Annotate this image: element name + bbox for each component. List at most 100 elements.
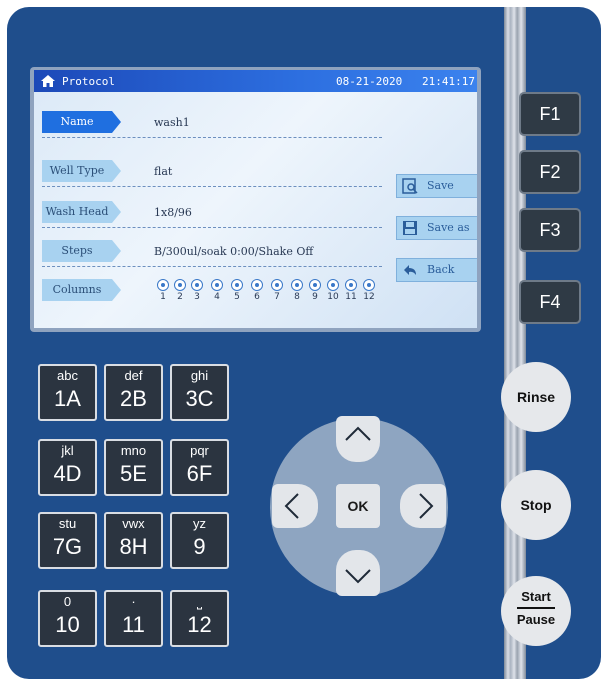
column-toggle[interactable]: 6 xyxy=(251,279,263,302)
field-value-well-type: flat xyxy=(154,165,173,178)
row-divider xyxy=(42,186,382,187)
key-primary-label: 10 xyxy=(55,612,80,637)
row-divider xyxy=(42,137,382,138)
radio-icon xyxy=(157,279,169,291)
keypad-key-11[interactable]: · 11 xyxy=(104,590,163,647)
divider-line xyxy=(517,607,555,609)
column-number: 4 xyxy=(214,292,220,302)
column-number: 12 xyxy=(363,292,375,302)
right-button[interactable] xyxy=(400,484,446,528)
keypad-key-6[interactable]: pqr 6F xyxy=(170,439,229,496)
key-primary-label: 9 xyxy=(193,534,206,559)
field-label-wash-head[interactable]: Wash Head xyxy=(42,201,121,223)
field-value-name: wash1 xyxy=(154,116,190,129)
key-primary-label: 4D xyxy=(53,461,82,486)
field-value-wash-head: 1x8/96 xyxy=(154,206,192,219)
key-secondary-label: 0 xyxy=(63,594,72,609)
column-toggle[interactable]: 9 xyxy=(309,279,321,302)
field-label-well-type[interactable]: Well Type xyxy=(42,160,121,182)
column-toggle[interactable]: 8 xyxy=(291,279,303,302)
column-number: 3 xyxy=(194,292,200,302)
start-pause-button[interactable]: Start Pause xyxy=(501,576,571,646)
keypad-key-7[interactable]: stu 7G xyxy=(38,512,97,569)
field-row-name[interactable]: Name wash1 xyxy=(34,109,384,138)
column-toggle[interactable]: 3 xyxy=(191,279,203,302)
save-button-label: Save xyxy=(427,179,454,192)
f2-key[interactable]: F2 xyxy=(519,150,581,194)
stop-button[interactable]: Stop xyxy=(501,470,571,540)
ok-button[interactable]: OK xyxy=(336,484,380,528)
radio-icon xyxy=(251,279,263,291)
column-number: 9 xyxy=(312,292,318,302)
radio-icon xyxy=(174,279,186,291)
time-display: 21:41:17 xyxy=(422,75,475,88)
keypad-key-8[interactable]: vwx 8H xyxy=(104,512,163,569)
key-secondary-label: jkl xyxy=(61,443,74,458)
field-row-steps[interactable]: Steps B/300ul/soak 0:00/Shake Off xyxy=(34,238,384,267)
back-button-label: Back xyxy=(427,263,455,276)
keypad-key-5[interactable]: mno 5E xyxy=(104,439,163,496)
key-primary-label: 12 xyxy=(187,612,212,637)
down-button[interactable] xyxy=(336,550,380,596)
key-secondary-label: yz xyxy=(193,516,206,531)
column-toggle[interactable]: 5 xyxy=(231,279,243,302)
key-secondary-label: abc xyxy=(57,368,78,383)
radio-icon xyxy=(271,279,283,291)
rinse-button[interactable]: Rinse xyxy=(501,362,571,432)
column-toggle[interactable]: 4 xyxy=(211,279,223,302)
column-number: 8 xyxy=(294,292,300,302)
key-secondary-label: ⎵ xyxy=(196,594,203,609)
save-button[interactable]: Save xyxy=(396,174,477,198)
field-label-steps[interactable]: Steps xyxy=(42,240,121,262)
column-number: 2 xyxy=(177,292,183,302)
f1-key[interactable]: F1 xyxy=(519,92,581,136)
key-secondary-label: mno xyxy=(120,443,147,458)
key-secondary-label: pqr xyxy=(190,443,209,458)
column-number: 7 xyxy=(274,292,280,302)
screen-title: Protocol xyxy=(62,75,115,88)
key-secondary-label: vwx xyxy=(122,516,145,531)
radio-icon xyxy=(191,279,203,291)
f4-key[interactable]: F4 xyxy=(519,280,581,324)
back-button[interactable]: Back xyxy=(396,258,477,282)
key-primary-label: 2B xyxy=(120,386,147,411)
chevron-left-icon xyxy=(284,493,299,519)
keypad-key-10[interactable]: 0 10 xyxy=(38,590,97,647)
key-primary-label: 5E xyxy=(120,461,147,486)
field-row-wash-head[interactable]: Wash Head 1x8/96 xyxy=(34,199,384,228)
column-toggle[interactable]: 7 xyxy=(271,279,283,302)
chevron-up-icon xyxy=(345,426,371,441)
radio-icon xyxy=(231,279,243,291)
radio-icon xyxy=(309,279,321,291)
radio-icon xyxy=(327,279,339,291)
up-button[interactable] xyxy=(336,416,380,462)
keypad-key-9[interactable]: yz 9 xyxy=(170,512,229,569)
field-row-well-type[interactable]: Well Type flat xyxy=(34,158,384,187)
column-toggle[interactable]: 10 xyxy=(327,279,339,302)
key-primary-label: 11 xyxy=(122,612,145,637)
keypad-key-2[interactable]: def 2B xyxy=(104,364,163,421)
date-display: 08-21-2020 xyxy=(336,75,403,88)
column-toggle[interactable]: 11 xyxy=(345,279,357,302)
keypad-key-3[interactable]: ghi 3C xyxy=(170,364,229,421)
key-secondary-label: ghi xyxy=(190,368,209,383)
field-label-name[interactable]: Name xyxy=(42,111,121,133)
keypad-key-12[interactable]: ⎵ 12 xyxy=(170,590,229,647)
field-label-columns[interactable]: Columns xyxy=(42,279,121,301)
title-bar: Protocol 08-21-2020 21:41:17 xyxy=(34,70,477,92)
keypad-key-4[interactable]: jkl 4D xyxy=(38,439,97,496)
start-label: Start xyxy=(521,589,551,604)
column-toggle[interactable]: 1 xyxy=(157,279,169,302)
left-button[interactable] xyxy=(272,484,318,528)
save-search-icon xyxy=(402,178,418,194)
column-toggle[interactable]: 2 xyxy=(174,279,186,302)
row-divider xyxy=(42,266,382,267)
home-icon[interactable] xyxy=(40,73,56,89)
radio-icon xyxy=(363,279,375,291)
row-divider xyxy=(42,227,382,228)
f3-key[interactable]: F3 xyxy=(519,208,581,252)
column-toggle[interactable]: 12 xyxy=(363,279,375,302)
key-secondary-label: stu xyxy=(58,516,77,531)
save-as-button[interactable]: Save as xyxy=(396,216,477,240)
keypad-key-1[interactable]: abc 1A xyxy=(38,364,97,421)
